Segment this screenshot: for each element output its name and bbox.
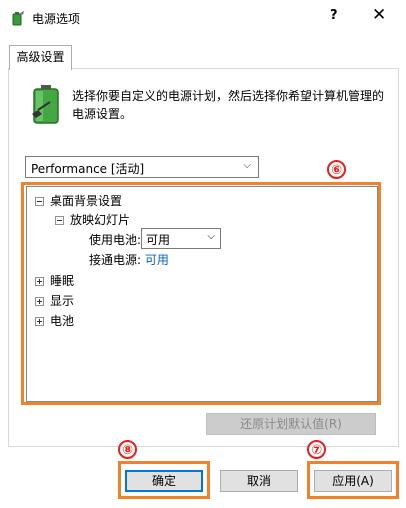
help-button[interactable]: ? <box>330 8 338 23</box>
description-text: 选择你要自定义的电源计划，然后选择你希望计算机管理的电源设置。 <box>72 89 385 121</box>
cancel-button[interactable]: 取消 <box>220 470 298 492</box>
power-options-icon <box>12 11 24 26</box>
close-button[interactable]: ✕ <box>372 5 386 25</box>
chevron-down-icon: ⌵ <box>243 160 251 171</box>
title-bar: 电源选项 ? ✕ <box>0 0 406 36</box>
highlight-ok-button <box>118 461 210 499</box>
tab-advanced-settings[interactable]: 高级设置 <box>9 45 72 70</box>
power-plan-dropdown[interactable]: Performance [活动] ⌵ <box>25 156 259 178</box>
highlight-settings-tree <box>21 182 381 405</box>
annotation-marker-7: ⑦ <box>307 440 326 459</box>
restore-defaults-button[interactable]: 还原计划默认值(R) <box>206 413 376 435</box>
window-title: 电源选项 <box>32 12 81 26</box>
power-plan-value: Performance [活动] <box>31 162 145 176</box>
annotation-marker-6: ⑥ <box>327 160 346 179</box>
highlight-apply-button <box>307 461 399 499</box>
annotation-marker-8: ⑧ <box>118 440 137 459</box>
battery-icon <box>32 85 59 124</box>
